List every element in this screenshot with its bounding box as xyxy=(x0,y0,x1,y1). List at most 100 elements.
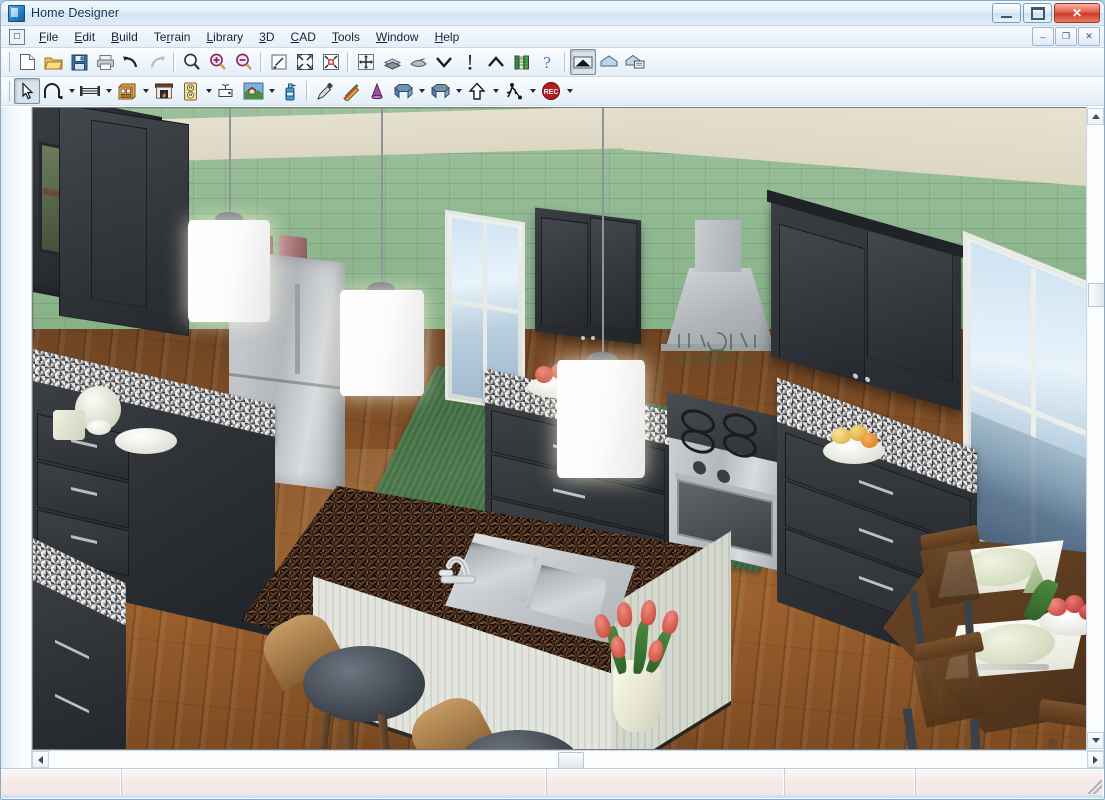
chevron-down-icon xyxy=(436,57,452,68)
minimize-button[interactable] xyxy=(992,3,1021,23)
lemon-1 xyxy=(831,428,851,444)
walkthrough-button[interactable] xyxy=(501,78,527,104)
pan-window-button[interactable] xyxy=(353,49,379,75)
scroll-down-button[interactable] xyxy=(1087,732,1104,749)
library-browser-button[interactable] xyxy=(509,49,535,75)
elevation-view-button[interactable] xyxy=(596,49,622,75)
light-source-button[interactable] xyxy=(364,78,390,104)
record-walkthrough-button[interactable]: REC xyxy=(538,78,564,104)
fill-window-building-button[interactable] xyxy=(318,49,344,75)
material-eyedropper-button[interactable] xyxy=(312,78,338,104)
menu-item-terrain[interactable]: Terrain xyxy=(146,28,199,46)
toolbar-separator xyxy=(306,81,309,101)
view-specification-button[interactable] xyxy=(622,49,648,75)
print-button[interactable] xyxy=(92,49,118,75)
terrain-tools-dropdown[interactable] xyxy=(266,79,277,103)
fill-window-button[interactable] xyxy=(292,49,318,75)
menu-item-3d[interactable]: 3D xyxy=(251,28,282,46)
down-one-floor-button[interactable] xyxy=(431,49,457,75)
pendant-light-2 xyxy=(340,290,424,396)
full-camera-button[interactable] xyxy=(570,49,596,75)
menu-item-tools[interactable]: Tools xyxy=(324,28,368,46)
color-toggle-button[interactable] xyxy=(405,49,431,75)
plant-tools-button[interactable] xyxy=(277,78,303,104)
menu-item-window[interactable]: Window xyxy=(368,28,427,46)
horizontal-scroll-thumb[interactable] xyxy=(557,752,584,769)
open-plan-button[interactable] xyxy=(40,49,66,75)
chevron-left-icon xyxy=(38,755,43,764)
record-walkthrough-dropdown[interactable] xyxy=(564,79,575,103)
overview-tools-button[interactable] xyxy=(427,78,453,104)
viewport-horizontal-scrollbar[interactable] xyxy=(32,750,1104,769)
mdi-close-button[interactable]: ✕ xyxy=(1078,27,1100,46)
wall-tools-button[interactable] xyxy=(77,78,103,104)
menu-item-library[interactable]: Library xyxy=(198,28,251,46)
room-tools-button[interactable] xyxy=(40,78,66,104)
horizontal-scroll-track[interactable] xyxy=(49,752,1087,769)
system-menu-icon[interactable]: ☐ xyxy=(9,28,25,45)
close-button[interactable]: ✕ xyxy=(1054,3,1100,23)
menu-item-build[interactable]: Build xyxy=(103,28,146,46)
left-gutter xyxy=(1,107,32,768)
status-panel-floor xyxy=(785,769,916,795)
viewport-vertical-scrollbar[interactable] xyxy=(1086,107,1104,750)
cabinet-tools-button[interactable] xyxy=(114,78,140,104)
menu-item-edit[interactable]: Edit xyxy=(66,28,103,46)
vertical-scroll-track[interactable] xyxy=(1088,126,1104,731)
electrical-tools-button[interactable] xyxy=(177,78,203,104)
zoom-out-button[interactable] xyxy=(231,49,257,75)
help-button[interactable]: ? xyxy=(535,49,561,75)
electrical-tools-dropdown[interactable] xyxy=(203,79,214,103)
save-plan-button[interactable] xyxy=(66,49,92,75)
3d-camera-view[interactable] xyxy=(32,107,1086,750)
move-up-dropdown[interactable] xyxy=(490,79,501,103)
chevron-up-icon xyxy=(1091,114,1100,119)
overview-tools-dropdown[interactable] xyxy=(453,79,464,103)
up-one-floor-button[interactable] xyxy=(483,49,509,75)
display-options-button[interactable] xyxy=(379,49,405,75)
menu-item-file[interactable]: File xyxy=(31,28,66,46)
close-icon: ✕ xyxy=(1071,6,1083,20)
wall-icon xyxy=(80,86,100,96)
cabinet-tools-dropdown[interactable] xyxy=(140,79,151,103)
redo-button[interactable] xyxy=(144,49,170,75)
undo-zoom-button[interactable] xyxy=(266,49,292,75)
terrain-tools-button[interactable] xyxy=(240,78,266,104)
scroll-right-button[interactable] xyxy=(1087,751,1104,768)
scroll-left-button[interactable] xyxy=(32,751,49,768)
mdi-restore-button[interactable]: ❐ xyxy=(1055,27,1077,46)
walkthrough-dropdown[interactable] xyxy=(527,79,538,103)
zoom-in-button[interactable] xyxy=(205,49,231,75)
scroll-up-button[interactable] xyxy=(1087,108,1104,125)
menu-bar: ☐ File Edit Build Terrain Library 3D CAD… xyxy=(1,26,1104,48)
toolbar-grip[interactable] xyxy=(5,81,10,101)
menu-item-cad[interactable]: CAD xyxy=(283,28,324,46)
fireplace-button[interactable] xyxy=(151,78,177,104)
move-up-button[interactable] xyxy=(464,78,490,104)
select-objects-button[interactable] xyxy=(14,78,40,104)
reference-display-button[interactable] xyxy=(457,49,483,75)
wall-decor-utensils xyxy=(671,330,763,380)
menu-label-3d: D xyxy=(265,29,275,44)
bar-stool-2 xyxy=(402,688,583,749)
room-tools-dropdown[interactable] xyxy=(66,79,77,103)
zoom-button[interactable] xyxy=(179,49,205,75)
material-painter-button[interactable] xyxy=(338,78,364,104)
wall-tools-dropdown[interactable] xyxy=(103,79,114,103)
menu-label-edit: dit xyxy=(82,29,96,44)
furniture-tools-button[interactable] xyxy=(214,78,240,104)
full-camera-icon xyxy=(573,56,593,69)
undo-button[interactable] xyxy=(118,49,144,75)
resize-grip[interactable] xyxy=(1088,780,1102,794)
toolbar-separator xyxy=(260,52,263,72)
overview-cube-icon xyxy=(431,84,450,99)
vertical-scroll-thumb[interactable] xyxy=(1088,283,1104,308)
mdi-minimize-button[interactable]: – xyxy=(1032,27,1054,46)
new-plan-button[interactable] xyxy=(14,49,40,75)
toolbar-grip[interactable] xyxy=(5,52,10,72)
maximize-button[interactable] xyxy=(1023,3,1052,23)
menu-label-library: ibrary xyxy=(213,29,244,44)
menu-item-help[interactable]: Help xyxy=(427,28,468,46)
camera-tools-button[interactable] xyxy=(390,78,416,104)
camera-tools-dropdown[interactable] xyxy=(416,79,427,103)
